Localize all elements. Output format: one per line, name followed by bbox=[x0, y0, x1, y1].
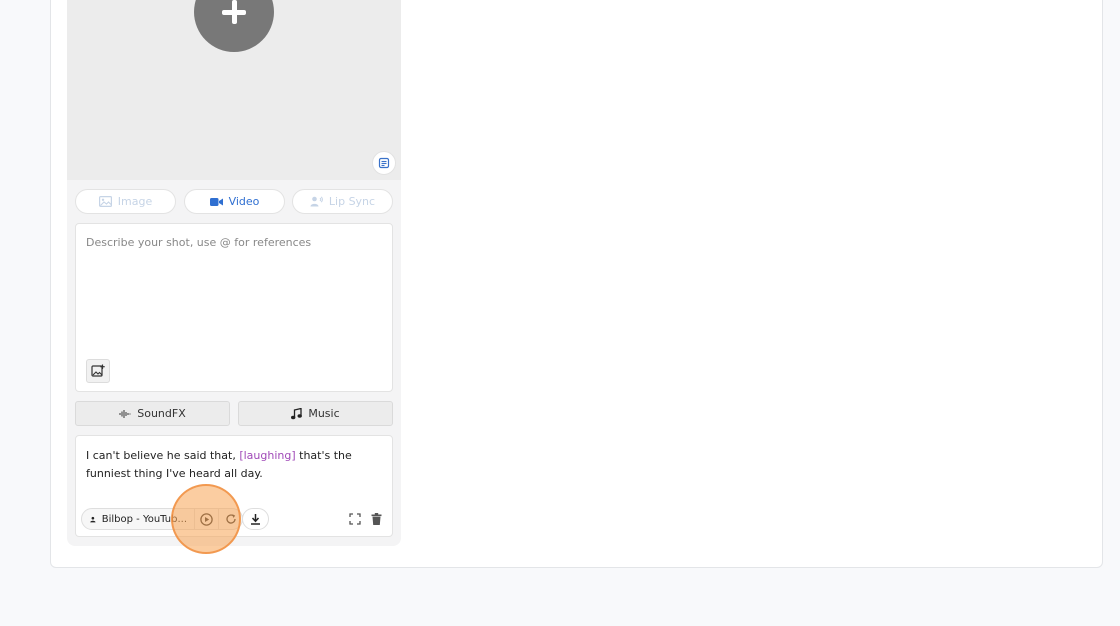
play-circle-icon bbox=[200, 512, 213, 526]
notes-button[interactable] bbox=[372, 151, 396, 175]
waveform-icon bbox=[119, 409, 131, 418]
trash-icon bbox=[371, 513, 381, 525]
voice-selector[interactable]: Bilbop - YouTub... bbox=[82, 514, 194, 525]
dialogue-text[interactable]: I can't believe he said that, [laughing]… bbox=[86, 447, 386, 483]
tab-image-label: Image bbox=[117, 195, 153, 208]
voice-name: Bilbop - YouTub... bbox=[101, 513, 187, 525]
image-icon bbox=[98, 196, 112, 207]
tab-video[interactable]: Video bbox=[184, 189, 285, 214]
regenerate-button[interactable] bbox=[218, 509, 242, 529]
prompt-box bbox=[75, 223, 393, 392]
soundfx-button[interactable]: SoundFX bbox=[75, 401, 230, 426]
music-note-icon bbox=[291, 407, 303, 419]
user-voice-icon bbox=[310, 196, 323, 207]
expand-icon bbox=[349, 513, 361, 525]
video-camera-icon bbox=[209, 197, 223, 206]
tab-video-label: Video bbox=[228, 195, 260, 208]
play-button[interactable] bbox=[194, 509, 218, 529]
notes-icon bbox=[378, 157, 390, 169]
download-button[interactable] bbox=[242, 508, 269, 530]
download-icon bbox=[251, 514, 260, 525]
voice-selector-pill: Bilbop - YouTub... bbox=[81, 508, 243, 530]
tab-lip-sync[interactable]: Lip Sync bbox=[292, 189, 393, 214]
delete-button[interactable] bbox=[367, 510, 385, 528]
prompt-input[interactable] bbox=[86, 236, 382, 356]
tab-lip-sync-label: Lip Sync bbox=[328, 195, 376, 208]
add-image-icon bbox=[91, 364, 105, 377]
music-button[interactable]: Music bbox=[238, 401, 393, 426]
tab-image[interactable]: Image bbox=[75, 189, 176, 214]
music-label: Music bbox=[308, 407, 340, 420]
refresh-icon bbox=[225, 514, 236, 524]
audio-tag-laughing: [laughing] bbox=[239, 449, 296, 462]
add-reference-image-button[interactable] bbox=[86, 359, 110, 383]
soundfx-label: SoundFX bbox=[137, 407, 186, 420]
person-icon bbox=[90, 516, 96, 522]
expand-button[interactable] bbox=[346, 510, 364, 528]
